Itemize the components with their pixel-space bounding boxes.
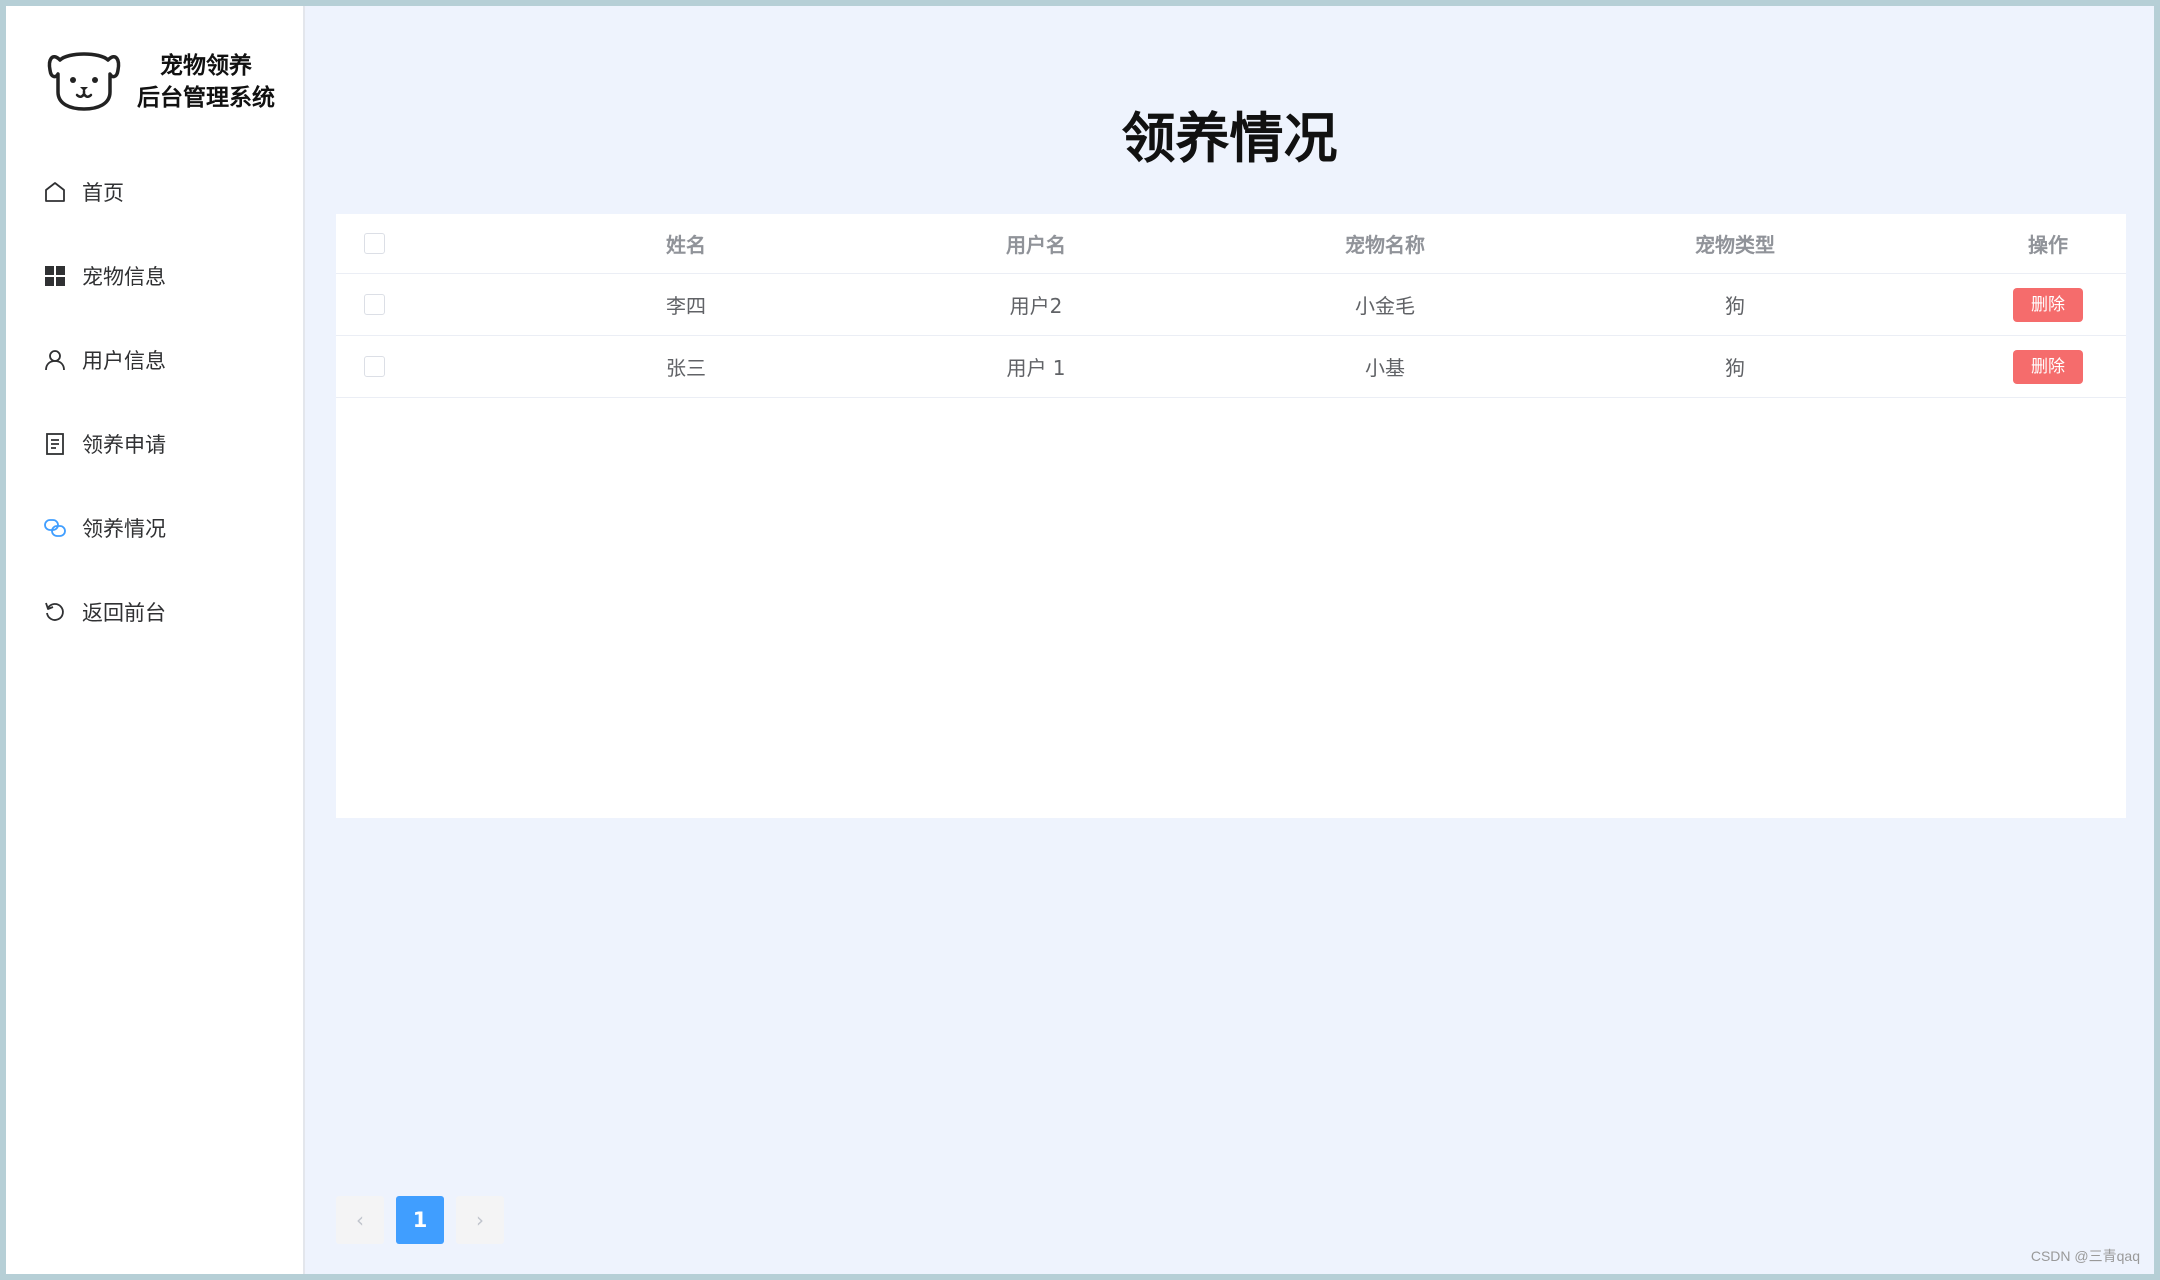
column-header-name: 姓名 xyxy=(666,233,706,257)
logo-line-2: 后台管理系统 xyxy=(137,85,275,111)
cell-pet-type: 狗 xyxy=(1725,356,1745,380)
row-checkbox[interactable] xyxy=(364,356,386,377)
select-all-checkbox[interactable] xyxy=(364,233,386,254)
row-checkbox[interactable] xyxy=(364,294,386,315)
cell-name: 张三 xyxy=(666,356,706,380)
delete-button[interactable]: 删除 xyxy=(2013,349,2083,384)
sidebar-item-home[interactable]: 首页 xyxy=(6,150,303,234)
adoption-table: 姓名 用户名 宠物名称 宠物类型 操作 李四 用户2 小金毛 狗 删除 张三 用… xyxy=(336,214,2126,818)
grid-icon xyxy=(42,263,68,289)
link-icon xyxy=(42,515,68,541)
home-icon xyxy=(42,179,68,205)
sidebar-item-label: 返回前台 xyxy=(82,601,166,625)
sidebar-item-pet-info[interactable]: 宠物信息 xyxy=(6,234,303,318)
sidebar-item-user-info[interactable]: 用户信息 xyxy=(6,318,303,402)
sidebar-item-adoption-application[interactable]: 领养申请 xyxy=(6,402,303,486)
table-header: 姓名 用户名 宠物名称 宠物类型 操作 xyxy=(336,214,2126,274)
page-title: 领养情况 xyxy=(1121,107,1338,170)
dog-logo-icon xyxy=(47,52,121,111)
cell-actions: 删除 xyxy=(1933,287,2154,322)
app-window: 宠物领养 后台管理系统 首页 宠物信息 用户信息 领养申请 领养情况 返回前台 … xyxy=(6,6,2154,1274)
cell-pet-type: 狗 xyxy=(1725,294,1745,318)
sidebar: 宠物领养 后台管理系统 首页 宠物信息 用户信息 领养申请 领养情况 返回前台 xyxy=(6,6,305,1274)
watermark: CSDN @三青qaq xyxy=(2030,1248,2140,1264)
sidebar-nav: 首页 宠物信息 用户信息 领养申请 领养情况 返回前台 xyxy=(6,150,303,654)
logo-line-1: 宠物领养 xyxy=(160,53,252,79)
logo-title: 宠物领养 后台管理系统 xyxy=(120,50,292,114)
logo: 宠物领养 后台管理系统 xyxy=(46,42,296,122)
sidebar-item-back-to-frontend[interactable]: 返回前台 xyxy=(6,570,303,654)
cell-name: 李四 xyxy=(666,294,706,318)
prev-page-button[interactable]: ‹ xyxy=(336,1196,384,1244)
page-number-button[interactable]: 1 xyxy=(396,1196,444,1244)
column-header-username: 用户名 xyxy=(1006,233,1066,257)
sidebar-item-label: 宠物信息 xyxy=(82,265,166,289)
document-icon xyxy=(42,431,68,457)
next-page-button[interactable]: › xyxy=(456,1196,504,1244)
user-icon xyxy=(42,347,68,373)
column-header-actions: 操作 xyxy=(2028,233,2068,257)
sidebar-item-label: 首页 xyxy=(82,181,124,205)
cell-pet-name: 小基 xyxy=(1365,356,1405,380)
cell-username: 用户 1 xyxy=(1006,356,1066,380)
delete-button[interactable]: 删除 xyxy=(2013,287,2083,322)
column-header-pet-name: 宠物名称 xyxy=(1345,233,1425,257)
refresh-icon xyxy=(42,599,68,625)
table-row: 李四 用户2 小金毛 狗 删除 xyxy=(336,274,2126,336)
pagination: ‹ 1 › xyxy=(336,1196,516,1244)
cell-pet-name: 小金毛 xyxy=(1355,294,1415,318)
cell-actions: 删除 xyxy=(1933,349,2154,384)
sidebar-item-adoption-status[interactable]: 领养情况 xyxy=(6,486,303,570)
sidebar-item-label: 领养申请 xyxy=(82,433,166,457)
sidebar-item-label: 领养情况 xyxy=(82,517,166,541)
sidebar-item-label: 用户信息 xyxy=(82,349,166,373)
column-header-pet-type: 宠物类型 xyxy=(1695,233,1775,257)
table-row: 张三 用户 1 小基 狗 删除 xyxy=(336,336,2126,398)
cell-username: 用户2 xyxy=(1009,294,1063,318)
